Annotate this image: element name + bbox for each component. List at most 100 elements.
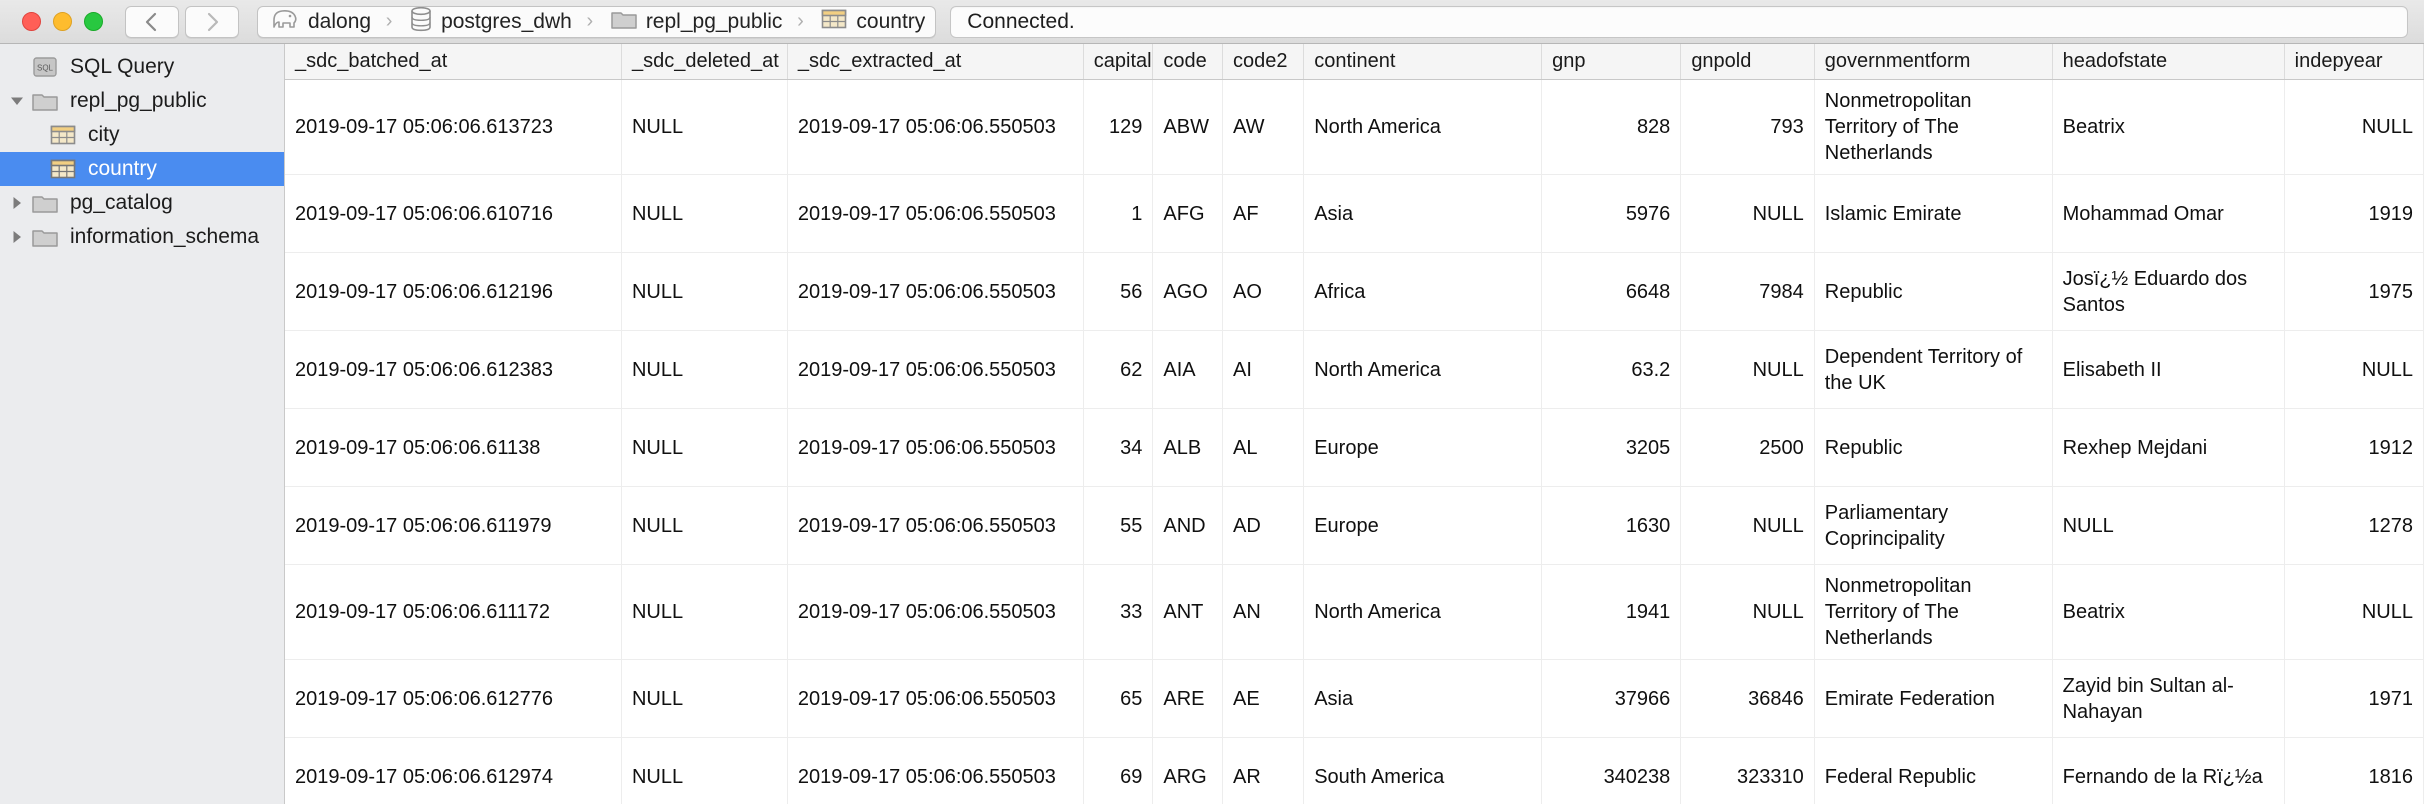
cell-capital[interactable]: 33 xyxy=(1083,564,1154,660)
cell-headofstate[interactable]: Mohammad Omar xyxy=(2052,174,2285,253)
table-row[interactable]: 2019-09-17 05:06:06.61138 NULL 2019-09-17 … xyxy=(285,408,2424,487)
cell-indepyear[interactable]: 1816 xyxy=(2284,737,2424,804)
cell-governmentform[interactable]: Nonmetropolitan Territory of The Netherl… xyxy=(1814,564,2053,660)
cell-gnpold[interactable]: 36846 xyxy=(1680,659,1815,738)
cell-code2[interactable]: AE xyxy=(1222,659,1305,738)
breadcrumb-item-connection[interactable]: dalong xyxy=(258,7,381,37)
cell-continent[interactable]: North America xyxy=(1303,564,1543,660)
column-header-gnp[interactable]: gnp xyxy=(1541,44,1682,80)
column-header-continent[interactable]: continent xyxy=(1303,44,1543,80)
cell-code2[interactable]: AL xyxy=(1222,408,1305,487)
cell-continent[interactable]: Asia xyxy=(1303,659,1543,738)
column-header-code2[interactable]: code2 xyxy=(1222,44,1305,80)
cell--sdc-batched-at[interactable]: 2019-09-17 05:06:06.612974 xyxy=(285,737,622,804)
table-row[interactable]: 2019-09-17 05:06:06.611172 NULL 2019-09-17… xyxy=(285,564,2424,660)
cell-indepyear[interactable]: 1971 xyxy=(2284,659,2424,738)
cell-code[interactable]: ALB xyxy=(1152,408,1223,487)
cell-indepyear[interactable]: 1919 xyxy=(2284,174,2424,253)
cell-governmentform[interactable]: Nonmetropolitan Territory of The Netherl… xyxy=(1814,79,2053,175)
column-header-sdc-extracted-at[interactable]: _sdc_extracted_at xyxy=(787,44,1084,80)
cell-capital[interactable]: 129 xyxy=(1083,79,1154,175)
sidebar-item-pg-catalog[interactable]: pg_catalog xyxy=(0,186,284,220)
cell-governmentform[interactable]: Republic xyxy=(1814,252,2053,331)
cell-governmentform[interactable]: Parliamentary Coprincipality xyxy=(1814,486,2053,565)
cell-gnpold[interactable]: NULL xyxy=(1680,330,1815,409)
cell--sdc-extracted-at[interactable]: 2019-09-17 05:06:06.550503 xyxy=(787,486,1084,565)
cell-gnpold[interactable]: 7984 xyxy=(1680,252,1815,331)
cell-gnp[interactable]: 37966 xyxy=(1541,659,1682,738)
cell-code2[interactable]: AF xyxy=(1222,174,1305,253)
cell--sdc-batched-at[interactable]: 2019-09-17 05:06:06.612383 xyxy=(285,330,622,409)
cell--sdc-extracted-at[interactable]: 2019-09-17 05:06:06.550503 xyxy=(787,564,1084,660)
cell--sdc-deleted-at[interactable]: NULL xyxy=(621,408,788,487)
cell-gnp[interactable]: 63.2 xyxy=(1541,330,1682,409)
cell-code2[interactable]: AN xyxy=(1222,564,1305,660)
cell--sdc-batched-at[interactable]: 2019-09-17 05:06:06.610716 xyxy=(285,174,622,253)
cell-capital[interactable]: 34 xyxy=(1083,408,1154,487)
cell--sdc-extracted-at[interactable]: 2019-09-17 05:06:06.550503 xyxy=(787,659,1084,738)
cell-indepyear[interactable]: NULL xyxy=(2284,330,2424,409)
cell--sdc-extracted-at[interactable]: 2019-09-17 05:06:06.550503 xyxy=(787,252,1084,331)
column-header-gnpold[interactable]: gnpold xyxy=(1680,44,1815,80)
minimize-button[interactable] xyxy=(53,12,72,31)
table-row[interactable]: 2019-09-17 05:06:06.611979 NULL 2019-09-17… xyxy=(285,486,2424,565)
column-header-indepyear[interactable]: indepyear xyxy=(2284,44,2424,80)
cell--sdc-deleted-at[interactable]: NULL xyxy=(621,737,788,804)
cell-code[interactable]: ABW xyxy=(1152,79,1223,175)
cell-code[interactable]: AND xyxy=(1152,486,1223,565)
cell--sdc-batched-at[interactable]: 2019-09-17 05:06:06.612196 xyxy=(285,252,622,331)
cell-indepyear[interactable]: 1975 xyxy=(2284,252,2424,331)
cell-code2[interactable]: AD xyxy=(1222,486,1305,565)
cell-headofstate[interactable]: Zayid bin Sultan al-Nahayan xyxy=(2052,659,2285,738)
cell-continent[interactable]: Europe xyxy=(1303,486,1543,565)
cell-headofstate[interactable]: Beatrix xyxy=(2052,564,2285,660)
chevron-right-icon[interactable] xyxy=(4,228,30,246)
cell-capital[interactable]: 56 xyxy=(1083,252,1154,331)
cell-indepyear[interactable]: 1912 xyxy=(2284,408,2424,487)
cell--sdc-extracted-at[interactable]: 2019-09-17 05:06:06.550503 xyxy=(787,174,1084,253)
cell-capital[interactable]: 62 xyxy=(1083,330,1154,409)
sidebar-item-country[interactable]: country xyxy=(0,152,284,186)
data-grid-container[interactable]: _sdc_batched_at _sdc_deleted_at _sdc_ext… xyxy=(285,44,2424,804)
cell--sdc-deleted-at[interactable]: NULL xyxy=(621,252,788,331)
cell-continent[interactable]: South America xyxy=(1303,737,1543,804)
cell--sdc-deleted-at[interactable]: NULL xyxy=(621,564,788,660)
cell-continent[interactable]: Europe xyxy=(1303,408,1543,487)
cell-continent[interactable]: Africa xyxy=(1303,252,1543,331)
breadcrumb-item-schema[interactable]: repl_pg_public xyxy=(598,7,793,37)
table-row[interactable]: 2019-09-17 05:06:06.612974 NULL 2019-09-17… xyxy=(285,737,2424,804)
cell-governmentform[interactable]: Federal Republic xyxy=(1814,737,2053,804)
column-header-sdc-batched-at[interactable]: _sdc_batched_at xyxy=(285,44,622,80)
cell-code2[interactable]: AR xyxy=(1222,737,1305,804)
cell-gnpold[interactable]: 793 xyxy=(1680,79,1815,175)
cell-continent[interactable]: North America xyxy=(1303,79,1543,175)
cell-gnp[interactable]: 5976 xyxy=(1541,174,1682,253)
close-button[interactable] xyxy=(22,12,41,31)
cell--sdc-batched-at[interactable]: 2019-09-17 05:06:06.611979 xyxy=(285,486,622,565)
cell-headofstate[interactable]: NULL xyxy=(2052,486,2285,565)
cell-gnp[interactable]: 1630 xyxy=(1541,486,1682,565)
cell-headofstate[interactable]: Rexhep Mejdani xyxy=(2052,408,2285,487)
cell--sdc-deleted-at[interactable]: NULL xyxy=(621,174,788,253)
cell-governmentform[interactable]: Republic xyxy=(1814,408,2053,487)
cell--sdc-batched-at[interactable]: 2019-09-17 05:06:06.611172 xyxy=(285,564,622,660)
maximize-button[interactable] xyxy=(84,12,103,31)
cell--sdc-deleted-at[interactable]: NULL xyxy=(621,330,788,409)
sidebar-item-information-schema[interactable]: information_schema xyxy=(0,220,284,254)
cell-capital[interactable]: 69 xyxy=(1083,737,1154,804)
column-header-headofstate[interactable]: headofstate xyxy=(2052,44,2285,80)
cell-headofstate[interactable]: Beatrix xyxy=(2052,79,2285,175)
cell-gnpold[interactable]: NULL xyxy=(1680,564,1815,660)
cell-indepyear[interactable]: 1278 xyxy=(2284,486,2424,565)
cell-gnp[interactable]: 6648 xyxy=(1541,252,1682,331)
forward-button[interactable] xyxy=(185,5,239,38)
column-header-sdc-deleted-at[interactable]: _sdc_deleted_at xyxy=(621,44,788,80)
cell-code[interactable]: ARE xyxy=(1152,659,1223,738)
cell-code[interactable]: AFG xyxy=(1152,174,1223,253)
cell--sdc-batched-at[interactable]: 2019-09-17 05:06:06.61138 xyxy=(285,408,622,487)
chevron-down-icon[interactable] xyxy=(4,92,30,110)
sidebar-item-city[interactable]: city xyxy=(0,118,284,152)
cell-gnpold[interactable]: NULL xyxy=(1680,174,1815,253)
cell-code[interactable]: AIA xyxy=(1152,330,1223,409)
cell-headofstate[interactable]: Elisabeth II xyxy=(2052,330,2285,409)
